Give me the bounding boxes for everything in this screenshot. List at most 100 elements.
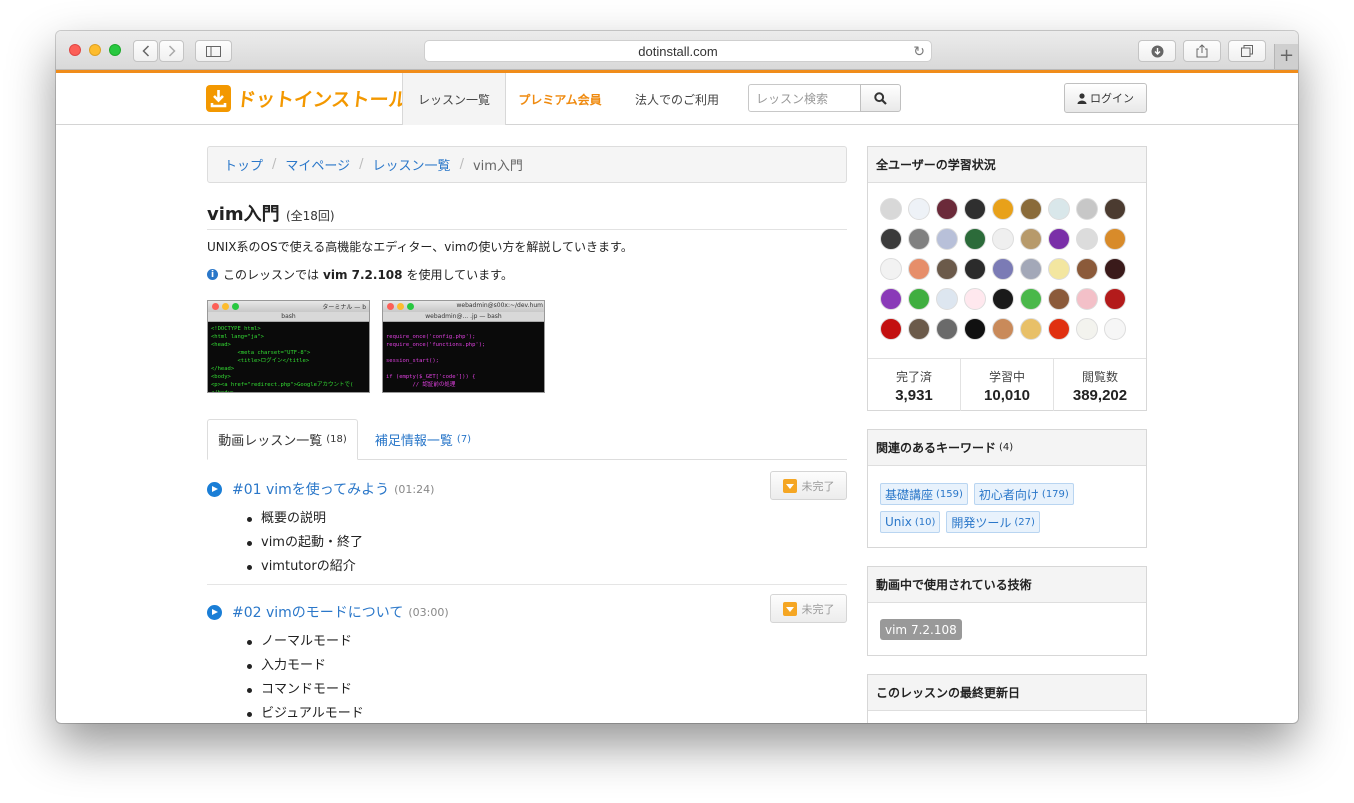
avatar[interactable] (992, 228, 1014, 250)
avatar[interactable] (908, 258, 930, 280)
sidebar-icon (206, 45, 221, 57)
new-tab-button[interactable]: + (1274, 44, 1298, 69)
avatar[interactable] (964, 288, 986, 310)
tab-supplementary[interactable]: 補足情報一覧 (7) (358, 419, 488, 460)
lesson-divider (207, 584, 847, 585)
avatar[interactable] (936, 258, 958, 280)
tech-badge[interactable]: vim 7.2.108 (880, 619, 962, 640)
avatar[interactable] (992, 258, 1014, 280)
avatar[interactable] (1076, 318, 1098, 340)
avatar[interactable] (880, 228, 902, 250)
lesson-topics: ノーマルモード 入力モード コマンドモード ビジュアルモード (247, 630, 847, 723)
incomplete-button[interactable]: 未完了 (770, 471, 847, 500)
avatar[interactable] (1076, 258, 1098, 280)
avatar[interactable] (1048, 198, 1070, 220)
avatar[interactable] (908, 318, 930, 340)
avatar[interactable] (1076, 288, 1098, 310)
panel-title: 全ユーザーの学習状況 (868, 147, 1146, 183)
screenshot-thumbnail-1[interactable]: ターミナル — b bash <!DOCTYPE html> <html lan… (207, 300, 370, 393)
avatar[interactable] (992, 318, 1014, 340)
lesson-tabs: 動画レッスン一覧 (18) 補足情報一覧 (7) (207, 419, 847, 460)
avatar[interactable] (1048, 258, 1070, 280)
keyword-tag[interactable]: 初心者向け (179) (973, 483, 1074, 505)
nav-premium[interactable]: プレミアム会員 (508, 73, 612, 125)
keyword-tag[interactable]: 基礎講座 (159) (880, 483, 968, 505)
breadcrumb-top[interactable]: トップ (224, 155, 263, 174)
site-header: ドットインストール レッスン一覧 プレミアム会員 法人でのご利用 レッスン検索 … (56, 73, 1298, 125)
lesson-title-link[interactable]: #01 vimを使ってみよう (232, 479, 389, 499)
avatar[interactable] (1020, 258, 1042, 280)
downloads-button[interactable] (1138, 40, 1176, 62)
login-label: ログイン (1090, 92, 1134, 105)
nav-corporate[interactable]: 法人でのご利用 (626, 73, 728, 125)
breadcrumb-mypage[interactable]: マイページ (285, 155, 350, 174)
back-button[interactable] (133, 40, 158, 62)
avatar[interactable] (1020, 228, 1042, 250)
sidebar-toggle-button[interactable] (195, 40, 232, 62)
avatar[interactable] (908, 198, 930, 220)
nav-lesson-list[interactable]: レッスン一覧 (402, 73, 506, 125)
search-button[interactable] (860, 84, 901, 112)
avatar[interactable] (1104, 198, 1126, 220)
avatar[interactable] (964, 258, 986, 280)
avatar[interactable] (1076, 198, 1098, 220)
avatar[interactable] (1020, 198, 1042, 220)
code-preview: require_once('config.php'); require_once… (386, 334, 486, 388)
minimize-window-button[interactable] (89, 44, 101, 56)
avatar[interactable] (880, 198, 902, 220)
incomplete-button[interactable]: 未完了 (770, 594, 847, 623)
avatar[interactable] (1048, 318, 1070, 340)
avatar[interactable] (1076, 228, 1098, 250)
site-logo[interactable]: ドットインストール (206, 83, 409, 113)
lesson-duration: (03:00) (408, 605, 449, 619)
avatar[interactable] (1020, 318, 1042, 340)
avatar[interactable] (1104, 258, 1126, 280)
avatar[interactable] (1048, 288, 1070, 310)
avatar[interactable] (992, 288, 1014, 310)
close-window-button[interactable] (69, 44, 81, 56)
avatar[interactable] (1104, 228, 1126, 250)
avatar[interactable] (936, 288, 958, 310)
list-item: 概要の説明 (247, 507, 847, 531)
reload-icon[interactable]: ↻ (913, 43, 925, 60)
play-icon[interactable] (207, 481, 222, 497)
avatar[interactable] (1020, 288, 1042, 310)
avatar[interactable] (880, 288, 902, 310)
play-icon[interactable] (207, 604, 222, 620)
login-button[interactable]: ログイン (1064, 83, 1147, 113)
avatar[interactable] (1104, 288, 1126, 310)
download-icon (782, 601, 797, 616)
avatar[interactable] (992, 198, 1014, 220)
keyword-tag[interactable]: 開発ツール (27) (946, 511, 1040, 533)
list-item: ノーマルモード (247, 630, 847, 654)
avatar[interactable] (908, 288, 930, 310)
course-title: vim入門 (207, 204, 280, 225)
avatar[interactable] (1048, 228, 1070, 250)
address-bar[interactable]: dotinstall.com ↻ (424, 40, 932, 62)
share-button[interactable] (1183, 40, 1221, 62)
avatar[interactable] (936, 228, 958, 250)
forward-button[interactable] (159, 40, 184, 62)
avatar[interactable] (1104, 318, 1126, 340)
avatar[interactable] (964, 228, 986, 250)
avatar[interactable] (908, 228, 930, 250)
avatar[interactable] (936, 318, 958, 340)
course-description: UNIX系のOSで使える高機能なエディター、vimの使い方を解説していきます。 (207, 240, 633, 254)
tab-video-lessons[interactable]: 動画レッスン一覧 (18) (207, 419, 358, 460)
logo-text: ドットインストール (235, 88, 409, 111)
panel-title: 関連のあるキーワード (4) (868, 430, 1146, 466)
lesson-search-input[interactable]: レッスン検索 (748, 84, 861, 112)
stat-completed: 完了済 3,931 (868, 359, 961, 411)
tabs-overview-button[interactable] (1228, 40, 1266, 62)
zoom-window-button[interactable] (109, 44, 121, 56)
lesson-title-link[interactable]: #02 vimのモードについて (232, 602, 403, 622)
avatar[interactable] (964, 198, 986, 220)
avatar[interactable] (880, 318, 902, 340)
avatar[interactable] (880, 258, 902, 280)
screenshot-thumbnail-2[interactable]: webadmin@s00x:~/dev.hum webadmin@... .jp… (382, 300, 545, 393)
avatar[interactable] (964, 318, 986, 340)
stat-learning: 学習中 10,010 (961, 359, 1054, 411)
keyword-tag[interactable]: Unix (10) (880, 511, 941, 533)
breadcrumb-lesson-list[interactable]: レッスン一覧 (373, 155, 451, 174)
avatar[interactable] (936, 198, 958, 220)
